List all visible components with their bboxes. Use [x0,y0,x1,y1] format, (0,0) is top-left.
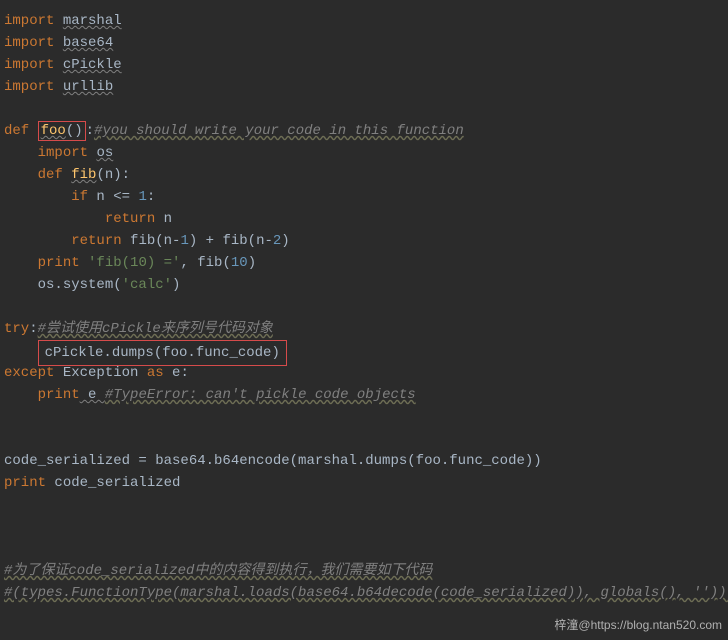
expr: ) [172,277,180,293]
keyword-import: import [38,145,88,161]
code-line[interactable]: return n [4,208,728,230]
keyword-try: try [4,321,29,337]
watermark-text: 梓潼@https://blog.ntan520.com [554,614,722,636]
code-line[interactable]: print code_serialized [4,472,728,494]
code-line[interactable]: print 'fib(10) =', fib(10) [4,252,728,274]
code-line[interactable]: import marshal [4,10,728,32]
code-line[interactable]: def fib(n): [4,164,728,186]
keyword-def: def [38,167,63,183]
module-name: marshal [63,13,122,29]
expr: Exception [54,365,146,381]
keyword-import: import [4,13,54,29]
blank-line [4,296,728,318]
code-line[interactable]: return fib(n-1) + fib(n-2) [4,230,728,252]
function-name: fib [71,167,96,183]
number: 1 [138,189,146,205]
string: 'calc' [122,277,172,293]
code-line[interactable]: import base64 [4,32,728,54]
keyword-except: except [4,365,54,381]
blank-line [4,516,728,538]
comment: #(types.FunctionType(marshal.loads(base6… [4,585,728,601]
keyword-as: as [147,365,164,381]
comment: #TypeError: can't pickle code objects [105,387,416,403]
number: 10 [231,255,248,271]
keyword-if: if [71,189,88,205]
keyword-print: print [38,387,80,403]
keyword-import: import [4,35,54,51]
code-line[interactable]: if n <= 1: [4,186,728,208]
colon: : [180,365,188,381]
expr: n <= [88,189,138,205]
keyword-print: print [38,255,80,271]
code-line[interactable]: code_serialized = base64.b64encode(marsh… [4,450,728,472]
var: code_serialized [46,475,180,491]
params: () [66,123,83,139]
module-name: urllib [63,79,113,95]
colon: : [86,123,94,139]
colon: : [122,167,130,183]
var: e [164,365,181,381]
code-editor[interactable]: import marshal import base64 import cPic… [0,0,728,614]
string: 'fib(10) =' [88,255,180,271]
keyword-print: print [4,475,46,491]
module-name: os [96,145,113,161]
keyword-def: def [4,123,29,139]
expr: code_serialized = base64.b64encode(marsh… [4,453,542,469]
code-line[interactable]: import os [4,142,728,164]
code-line[interactable]: print e #TypeError: can't pickle code ob… [4,384,728,406]
module-name: base64 [63,35,113,51]
keyword-import: import [4,79,54,95]
var: e [80,387,105,403]
keyword-import: import [4,57,54,73]
highlight-box-foo: foo() [38,121,86,141]
code-line[interactable]: def foo():#you should write your code in… [4,120,728,142]
function-name: foo [41,123,66,139]
params: (n) [96,167,121,183]
comment: #尝试使用cPickle来序列号代码对象 [38,321,273,337]
code-line[interactable]: #为了保证code_serialized中的内容得到执行，我们需要如下代码 [4,560,728,582]
code-line[interactable]: import urllib [4,76,728,98]
colon: : [29,321,37,337]
expr: ) + fib(n- [189,233,273,249]
expr: n [155,211,172,227]
blank-line [4,428,728,450]
expr: , fib( [180,255,230,271]
code-line[interactable]: os.system('calc') [4,274,728,296]
code-line[interactable]: import cPickle [4,54,728,76]
comment: #you should write your code in this func… [94,123,464,139]
expr: ) [281,233,289,249]
blank-line [4,406,728,428]
blank-line [4,494,728,516]
expr: os.system( [38,277,122,293]
code-line[interactable]: try:#尝试使用cPickle来序列号代码对象 [4,318,728,340]
code-line[interactable]: except Exception as e: [4,362,728,384]
code-line[interactable]: #(types.FunctionType(marshal.loads(base6… [4,582,728,604]
number: 1 [180,233,188,249]
colon: : [147,189,155,205]
keyword-return: return [105,211,155,227]
expr: ) [248,255,256,271]
code-line[interactable]: cPickle.dumps(foo.func_code) [4,340,728,362]
expr: cPickle.dumps(foo.func_code) [45,345,280,361]
module-name: cPickle [63,57,122,73]
blank-line [4,98,728,120]
comment: #为了保证code_serialized中的内容得到执行，我们需要如下代码 [4,563,432,579]
blank-line [4,538,728,560]
expr: fib(n- [122,233,181,249]
keyword-return: return [71,233,121,249]
